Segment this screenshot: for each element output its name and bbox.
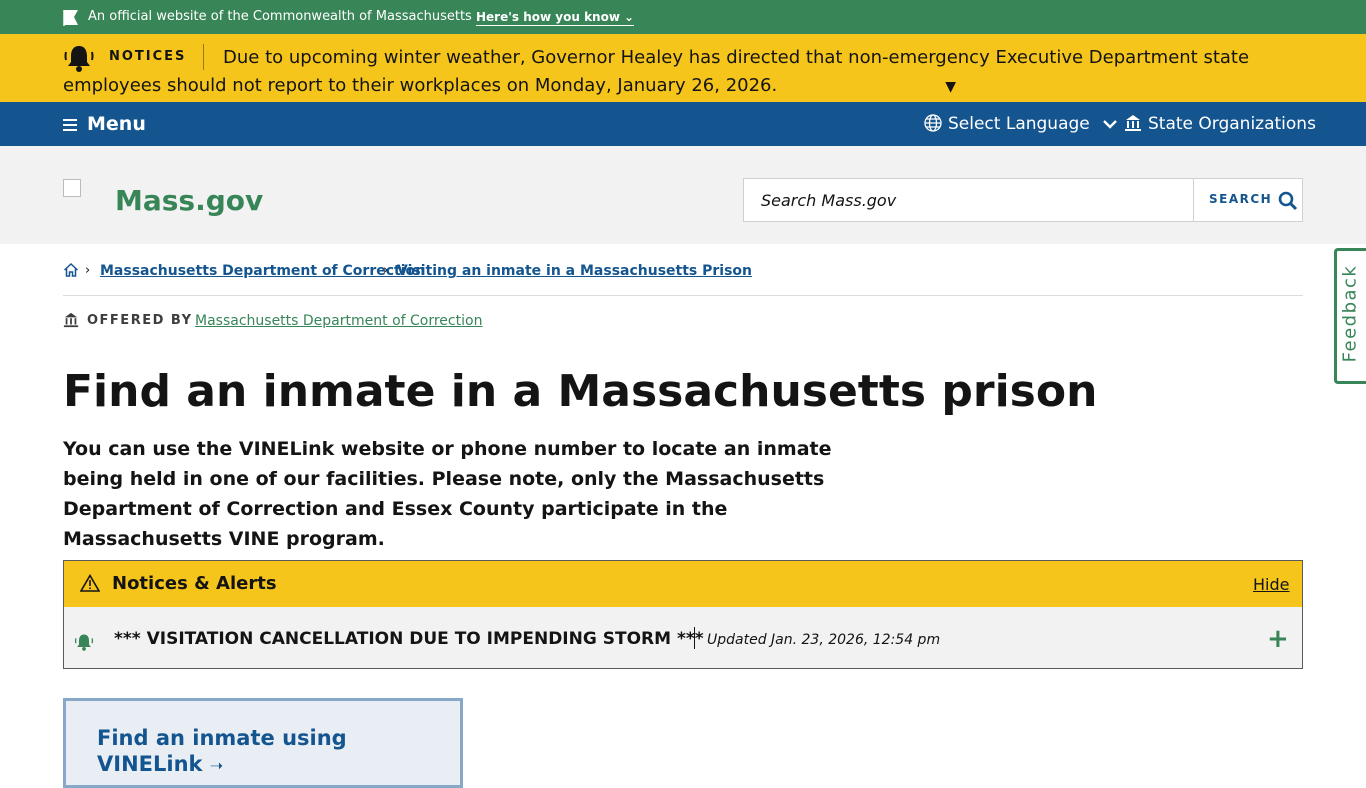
hamburger-icon xyxy=(63,116,77,134)
breadcrumb-separator: › xyxy=(85,263,91,278)
page-lede: You can use the VINELink website or phon… xyxy=(63,438,832,550)
flag-icon xyxy=(63,10,78,26)
search-button[interactable]: SEARCH xyxy=(1193,179,1302,221)
how-you-know-link[interactable]: Here's how you know ⌄ xyxy=(476,10,634,26)
hide-alerts-link[interactable]: Hide xyxy=(1253,575,1302,594)
select-language-button[interactable]: Select Language xyxy=(924,114,1123,134)
breadcrumb-link[interactable]: Visiting an inmate in a Massachusetts Pr… xyxy=(397,263,752,279)
breadcrumb-separator: › xyxy=(383,263,389,278)
home-icon[interactable] xyxy=(63,262,79,278)
breadcrumb-link[interactable]: Massachusetts Department of Correction xyxy=(100,263,425,279)
feedback-label: Feedback xyxy=(1339,264,1361,363)
bell-icon xyxy=(74,634,94,651)
official-text: An official website of the Commonwealth … xyxy=(88,9,472,24)
warning-icon xyxy=(80,574,100,592)
feedback-tab[interactable]: Feedback xyxy=(1334,248,1366,384)
building-icon xyxy=(1125,115,1141,131)
page-title: Find an inmate in a Massachusetts prison xyxy=(63,366,1098,417)
notices-banner: NOTICES Due to upcoming winter weather, … xyxy=(0,34,1366,102)
top-nav: Menu Select Language State Organizations xyxy=(0,102,1366,146)
vinelink-link[interactable]: Find an inmate using VINELink ➝ xyxy=(97,725,427,779)
arrow-right-icon: ➝ xyxy=(209,756,224,775)
search-input[interactable] xyxy=(744,179,1192,221)
expand-plus-icon[interactable]: + xyxy=(1267,626,1289,652)
notices-alerts-panel: Notices & Alerts Hide *** VISITATION CAN… xyxy=(63,560,1303,669)
alerts-header: Notices & Alerts Hide xyxy=(64,561,1302,608)
alert-item[interactable]: *** VISITATION CANCELLATION DUE TO IMPEN… xyxy=(64,607,1302,668)
vinelink-card: Find an inmate using VINELink ➝ xyxy=(63,698,463,788)
official-banner: An official website of the Commonwealth … xyxy=(0,0,1366,34)
chevron-down-icon xyxy=(1103,120,1118,129)
alert-title: *** VISITATION CANCELLATION DUE TO IMPEN… xyxy=(114,629,704,649)
notice-message[interactable]: Due to upcoming winter weather, Governor… xyxy=(63,44,1303,101)
building-icon xyxy=(63,312,79,328)
alerts-title: Notices & Alerts xyxy=(112,573,277,594)
state-organizations-button[interactable]: State Organizations xyxy=(1124,114,1316,134)
chevron-down-icon: ⌄ xyxy=(623,10,634,24)
alert-updated: Updated Jan. 23, 2026, 12:54 pm xyxy=(707,632,941,648)
site-name-link[interactable]: Mass.gov xyxy=(115,184,263,217)
globe-icon xyxy=(924,114,942,132)
offered-by-org-link[interactable]: Massachusetts Department of Correction xyxy=(195,313,482,329)
alert-divider xyxy=(694,627,695,649)
search-icon xyxy=(1278,191,1298,211)
chevron-down-icon: ▼ xyxy=(945,79,957,95)
breadcrumb: › Massachusetts Department of Correction… xyxy=(63,262,1303,296)
site-header: Mass.gov SEARCH xyxy=(0,146,1366,244)
menu-button[interactable]: Menu xyxy=(63,113,146,135)
search-form: SEARCH xyxy=(743,178,1303,222)
offered-by-label: OFFERED BY xyxy=(87,313,193,328)
mass-seal-logo[interactable] xyxy=(63,179,81,197)
